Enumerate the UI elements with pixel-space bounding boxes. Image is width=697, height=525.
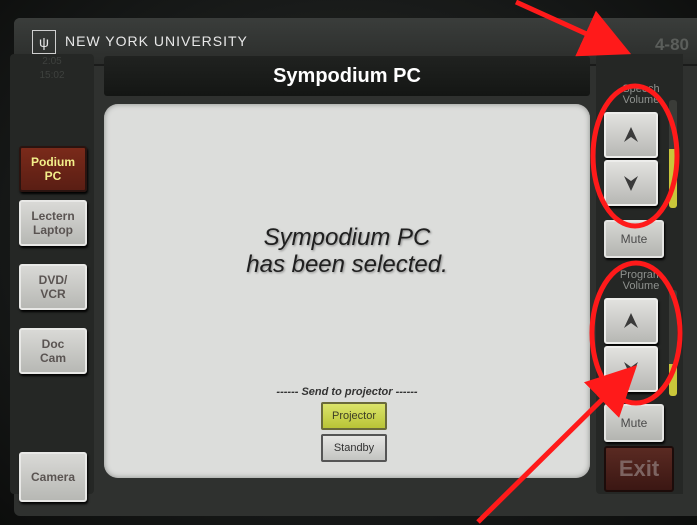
arrow-down-icon xyxy=(624,362,638,377)
program-mute-button[interactable]: Mute xyxy=(604,404,664,442)
source-label-line2: PC xyxy=(44,169,62,183)
selection-message: Sympodium PC has been selected. xyxy=(104,224,590,278)
room-number: 4-80 xyxy=(654,35,689,54)
nyu-torch-logo-icon: ψ xyxy=(32,30,56,54)
arrow-up-icon xyxy=(624,127,638,142)
exit-button[interactable]: Exit xyxy=(604,446,674,492)
program-volume-label: Program Volume xyxy=(606,270,676,292)
speech-volume-label: Speech Volume xyxy=(606,84,676,106)
program-volume-down-button[interactable] xyxy=(604,346,658,392)
program-volume-label-line2: Volume xyxy=(622,280,660,292)
speech-volume-label-line2: Volume xyxy=(622,94,660,106)
speech-volume-meter xyxy=(669,100,677,208)
source-label-line1: Doc xyxy=(41,337,65,351)
camera-label: Camera xyxy=(30,470,76,484)
clock-display: 2:05 15:02 xyxy=(10,55,94,83)
standby-button[interactable]: Standby xyxy=(321,434,387,462)
arrow-up-icon xyxy=(624,313,638,328)
source-label-line2: Laptop xyxy=(32,223,73,237)
source-label-line2: VCR xyxy=(40,287,66,301)
source-button-podium-pc[interactable]: Podium PC xyxy=(19,146,87,192)
camera-button[interactable]: Camera xyxy=(19,452,87,502)
program-volume-up-button[interactable] xyxy=(604,298,658,344)
source-label-line1: Lectern xyxy=(31,209,75,223)
page-title: Sympodium PC xyxy=(104,56,590,96)
program-volume-meter xyxy=(669,290,677,396)
source-label-line1: Podium xyxy=(31,155,75,169)
speech-volume-down-button[interactable] xyxy=(604,160,658,206)
selection-message-line1: Sympodium PC xyxy=(263,224,431,251)
speech-volume-up-button[interactable] xyxy=(604,112,658,158)
program-volume-level xyxy=(669,364,677,396)
clock-line-2: 15:02 xyxy=(39,70,65,81)
speech-volume-level xyxy=(669,148,677,208)
projector-button[interactable]: Projector xyxy=(321,402,387,430)
source-button-doc-cam[interactable]: Doc Cam xyxy=(19,328,87,374)
source-button-dvd-vcr[interactable]: DVD/VCR xyxy=(19,264,87,310)
arrow-down-icon xyxy=(624,176,638,191)
source-label-line1: DVD/ xyxy=(38,273,68,287)
send-to-projector-label: ------ Send to projector ------ xyxy=(276,386,418,398)
source-label-line2: Cam xyxy=(39,351,66,365)
university-name: NEW YORK UNIVERSITY xyxy=(65,33,248,49)
clock-line-1: 2:05 xyxy=(42,56,62,67)
speech-mute-button[interactable]: Mute xyxy=(604,220,664,258)
source-button-lectern-laptop[interactable]: Lectern Laptop xyxy=(19,200,87,246)
selection-message-line2: has been selected. xyxy=(246,251,448,278)
main-content-area: Sympodium PC has been selected. ------ S… xyxy=(104,104,590,478)
